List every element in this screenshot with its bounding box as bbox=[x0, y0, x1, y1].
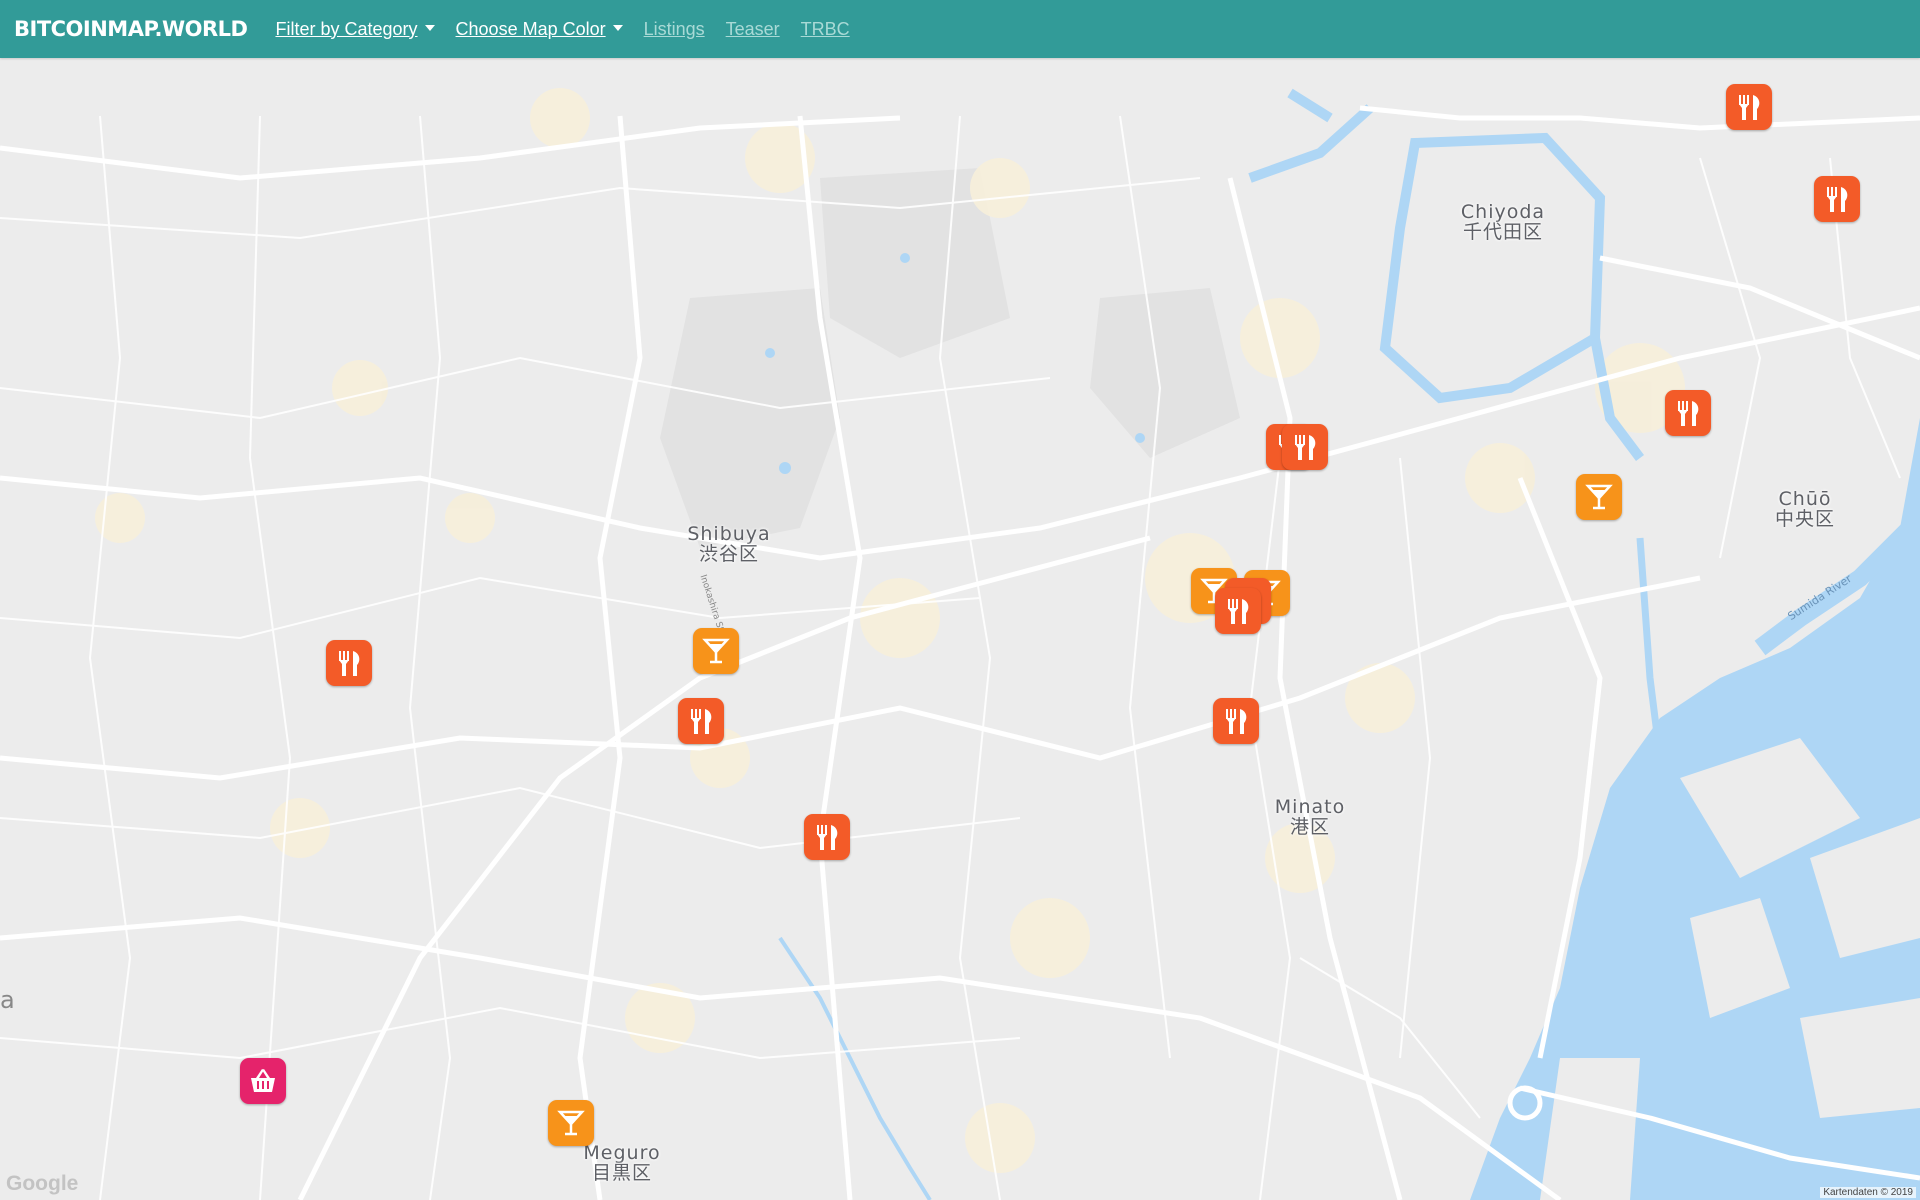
shop-marker[interactable] bbox=[240, 1058, 286, 1104]
fork-knife-icon bbox=[1678, 401, 1699, 426]
google-logo[interactable]: Google bbox=[6, 1172, 78, 1196]
label-shibuya: Shibuya 渋谷区 bbox=[687, 523, 771, 565]
trbc-link[interactable]: TRBC bbox=[801, 19, 850, 40]
label-chiyoda-en: Chiyoda bbox=[1460, 201, 1546, 224]
label-minato-jp: 港区 bbox=[1289, 816, 1330, 838]
label-edge: a bbox=[0, 986, 15, 1014]
restaurant-marker[interactable] bbox=[678, 698, 724, 744]
map-canvas[interactable]: Chiyoda 千代田区 Chūō 中央区 Shibuya 渋谷区 Minato 港区 … bbox=[0, 58, 1920, 1200]
restaurant-marker[interactable] bbox=[1215, 588, 1261, 634]
teaser-link[interactable]: Teaser bbox=[726, 19, 780, 40]
listings-link[interactable]: Listings bbox=[644, 19, 705, 40]
restaurant-marker[interactable] bbox=[1665, 390, 1711, 436]
restaurant-marker[interactable] bbox=[1213, 698, 1259, 744]
top-navbar: BITCOINMAP.WORLD Filter by Category Choo… bbox=[0, 0, 1920, 58]
cocktail-glass-icon bbox=[557, 1110, 585, 1136]
label-chiyoda: Chiyoda 千代田区 bbox=[1460, 201, 1546, 243]
label-shibuya-jp: 渋谷区 bbox=[698, 543, 759, 565]
fork-knife-icon bbox=[817, 825, 838, 850]
shopping-basket-icon bbox=[251, 1069, 275, 1092]
map-color-dropdown[interactable]: Choose Map Color bbox=[456, 19, 623, 40]
fork-knife-icon bbox=[1739, 95, 1760, 120]
label-meguro-en: Meguro bbox=[583, 1142, 661, 1165]
bar-marker[interactable] bbox=[1576, 474, 1622, 520]
map-attribution[interactable]: Kartendaten © 2019 bbox=[1820, 1187, 1916, 1198]
map-tiles bbox=[0, 58, 1920, 1200]
fork-knife-icon bbox=[339, 651, 360, 676]
label-chuo-jp: 中央区 bbox=[1774, 508, 1836, 530]
site-logo[interactable]: BITCOINMAP.WORLD bbox=[14, 17, 248, 41]
restaurant-marker[interactable] bbox=[1282, 424, 1328, 470]
fork-knife-icon bbox=[1295, 435, 1316, 460]
label-chuo: Chūō 中央区 bbox=[1774, 488, 1836, 530]
restaurant-marker[interactable] bbox=[1726, 84, 1772, 130]
cocktail-glass-icon bbox=[1585, 484, 1613, 510]
label-minato-en: Minato bbox=[1274, 796, 1346, 819]
bar-marker[interactable] bbox=[548, 1100, 594, 1146]
label-chiyoda-jp: 千代田区 bbox=[1462, 221, 1544, 243]
bar-marker[interactable] bbox=[693, 628, 739, 674]
fork-knife-icon bbox=[1827, 187, 1848, 212]
filter-category-dropdown[interactable]: Filter by Category bbox=[275, 18, 435, 40]
restaurant-marker[interactable] bbox=[326, 640, 372, 686]
map-color-label: Choose Map Color bbox=[455, 18, 606, 39]
filter-category-label: Filter by Category bbox=[275, 18, 418, 39]
fork-knife-icon bbox=[1226, 709, 1247, 734]
label-meguro: Meguro 目黒区 bbox=[583, 1142, 661, 1184]
label-shibuya-en: Shibuya bbox=[687, 523, 771, 546]
caret-down-icon bbox=[612, 24, 623, 31]
restaurant-marker[interactable] bbox=[804, 814, 850, 860]
caret-down-icon bbox=[424, 24, 435, 31]
label-chuo-en: Chūō bbox=[1778, 488, 1832, 511]
restaurant-marker[interactable] bbox=[1814, 176, 1860, 222]
fork-knife-icon bbox=[1228, 599, 1249, 624]
fork-knife-icon bbox=[691, 709, 712, 734]
label-meguro-jp: 目黒区 bbox=[591, 1162, 652, 1184]
label-minato: Minato 港区 bbox=[1274, 796, 1346, 838]
cocktail-glass-icon bbox=[702, 638, 730, 664]
